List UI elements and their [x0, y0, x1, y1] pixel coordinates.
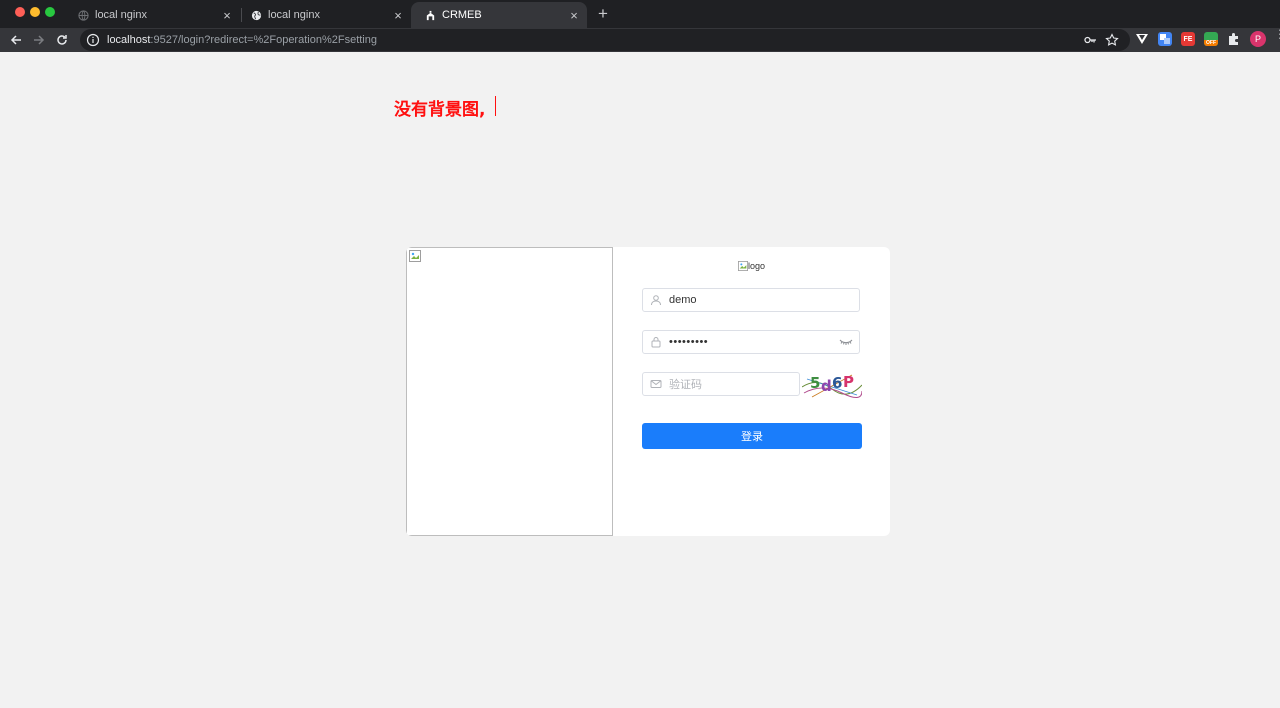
arrow-left-icon: [10, 35, 21, 45]
url-path: :9527/login?redirect=%2Foperation%2Fsett…: [150, 34, 377, 46]
login-button[interactable]: 登录: [642, 423, 862, 449]
annotation-note: 没有背景图,: [394, 100, 486, 120]
captcha-placeholder: 验证码: [669, 379, 702, 391]
off-badge-icon[interactable]: OFF: [1204, 32, 1218, 46]
svg-text:6: 6: [832, 374, 842, 392]
reload-button[interactable]: [53, 31, 71, 49]
svg-text:5: 5: [810, 374, 820, 392]
captcha-input[interactable]: 验证码: [642, 372, 800, 396]
tab-title: CRMEB: [442, 9, 482, 21]
tab-crmeb[interactable]: CRMEB ×: [411, 2, 587, 28]
password-input[interactable]: •••••••••: [642, 330, 860, 354]
tab-title: local nginx: [95, 9, 147, 21]
broken-image-icon: [409, 250, 421, 262]
user-icon: [651, 295, 661, 306]
tab-close-button[interactable]: ×: [391, 8, 405, 22]
svg-text:d: d: [821, 377, 832, 395]
off-badge-label: OFF: [1204, 40, 1218, 46]
key-icon[interactable]: [1083, 33, 1097, 47]
browser-menu-icon[interactable]: ⋮: [1274, 28, 1280, 48]
lock-icon: [651, 337, 661, 348]
tab-local-nginx-2[interactable]: local nginx ×: [237, 2, 411, 28]
browser-toolbar: localhost:9527/login?redirect=%2Foperati…: [0, 28, 1280, 52]
zoom-window-button[interactable]: [45, 7, 55, 17]
vue-devtools-icon[interactable]: [1135, 32, 1149, 46]
new-tab-button[interactable]: +: [594, 5, 612, 23]
forward-button[interactable]: [30, 31, 48, 49]
mail-icon: [650, 380, 662, 388]
crmeb-favicon-icon: [426, 10, 435, 20]
extensions-puzzle-icon[interactable]: [1227, 32, 1241, 46]
star-icon[interactable]: [1105, 33, 1119, 47]
login-banner-image: [406, 247, 613, 536]
profile-avatar[interactable]: P: [1250, 31, 1266, 47]
reload-icon: [57, 35, 67, 45]
password-masked-value: •••••••••: [669, 336, 709, 348]
captcha-text: P: [843, 373, 854, 391]
logo-image: logo: [738, 261, 765, 275]
close-window-button[interactable]: [15, 7, 25, 17]
globe-icon: [251, 10, 262, 20]
username-value: demo: [669, 294, 697, 306]
arrow-right-icon: [34, 35, 45, 45]
translate-glyph-icon: [1160, 34, 1170, 44]
username-input[interactable]: demo: [642, 288, 860, 312]
globe-icon: [78, 9, 89, 21]
captcha-image[interactable]: 5 d 6 P: [802, 371, 862, 399]
fe-helper-icon[interactable]: FE: [1181, 32, 1195, 46]
address-bar[interactable]: localhost:9527/login?redirect=%2Foperati…: [80, 29, 1130, 51]
site-info-icon[interactable]: [86, 33, 100, 47]
tab-close-button[interactable]: ×: [567, 8, 581, 22]
login-card: logo demo ••••••••• 验证码 5 d 6 P 登录: [406, 247, 890, 536]
url-host: localhost: [107, 34, 151, 46]
text-caret: [495, 96, 496, 116]
minimize-window-button[interactable]: [30, 7, 40, 17]
browser-tab-strip: local nginx × local nginx × CRMEB × +: [0, 0, 1280, 28]
url-text: localhost:9527/login?redirect=%2Foperati…: [107, 34, 377, 46]
tab-local-nginx-1[interactable]: local nginx ×: [64, 2, 240, 28]
tab-title: local nginx: [268, 9, 320, 21]
logo-alt-text: logo: [748, 261, 766, 271]
eye-closed-icon[interactable]: [839, 337, 853, 347]
back-button[interactable]: [7, 31, 25, 49]
broken-image-icon: [738, 261, 748, 271]
translate-icon[interactable]: [1158, 32, 1172, 46]
tab-close-button[interactable]: ×: [220, 8, 234, 22]
